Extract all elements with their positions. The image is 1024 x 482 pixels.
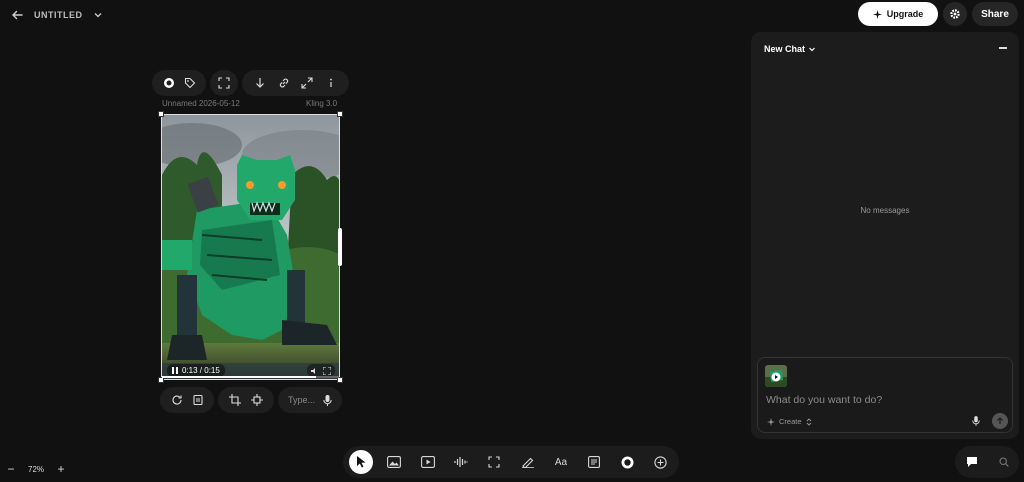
chevron-updown-icon (806, 417, 811, 426)
card-model: Kling 3.0 (306, 99, 338, 108)
image-icon (387, 456, 402, 468)
bottom-right-controls (955, 446, 1019, 478)
link-icon[interactable] (277, 76, 291, 90)
project-title[interactable]: UNTITLED (34, 10, 83, 20)
info-icon[interactable] (324, 76, 338, 90)
share-button[interactable]: Share (972, 2, 1018, 26)
record-tool[interactable] (616, 450, 640, 474)
back-arrow-icon[interactable] (10, 8, 24, 22)
card-bottom-group-1 (160, 387, 214, 413)
expand-icon[interactable] (300, 76, 314, 90)
extend-icon[interactable] (250, 393, 264, 407)
plus-circle-icon (654, 455, 668, 469)
video-preview[interactable] (161, 114, 340, 380)
chat-input-box[interactable]: What do you want to do? Create (757, 357, 1013, 433)
card-prompt-pill[interactable]: Type... (278, 387, 342, 413)
attached-video-thumbnail[interactable] (765, 365, 787, 387)
add-tool[interactable] (649, 450, 673, 474)
note-icon (588, 456, 601, 468)
frame-tool[interactable] (482, 450, 506, 474)
audio-tool[interactable] (449, 450, 473, 474)
video-time: 0:13 / 0:15 (182, 366, 220, 375)
card-toolbar-group-1 (152, 70, 206, 96)
upgrade-label: Upgrade (886, 9, 924, 19)
chat-microphone-icon[interactable] (972, 416, 980, 426)
settings-button[interactable] (943, 2, 967, 26)
record-icon[interactable] (162, 76, 176, 90)
resize-handle-top-right[interactable] (337, 111, 343, 117)
sparkle-icon (767, 417, 775, 426)
top-right-bar: Upgrade Share (858, 2, 1018, 26)
search-icon[interactable] (998, 457, 1009, 467)
chevron-down-icon[interactable] (93, 10, 103, 20)
chat-panel: New Chat No messages What do you want to… (751, 32, 1019, 439)
select-tool[interactable] (349, 450, 373, 474)
text-tool[interactable]: Aa (549, 450, 573, 474)
chat-title-dropdown[interactable]: New Chat (764, 44, 816, 54)
video-progress-fill (162, 376, 316, 378)
arrow-up-icon (997, 417, 1003, 424)
pen-icon (521, 457, 534, 468)
card-toolbar-group-3 (242, 70, 349, 96)
volume-icon[interactable] (311, 367, 319, 375)
zoom-in-button[interactable]: + (56, 462, 66, 476)
card-bottom-group-2 (218, 387, 274, 413)
video-icon (420, 456, 435, 468)
note-tool[interactable] (582, 450, 606, 474)
fullscreen-icon[interactable] (217, 76, 231, 90)
card-name: Unnamed 2026-05-12 (162, 99, 240, 108)
video-thumbnail-image (765, 365, 787, 387)
chat-bubble-icon[interactable] (966, 456, 978, 468)
image-tool[interactable] (382, 450, 406, 474)
gear-icon (950, 9, 960, 19)
top-left-bar: UNTITLED (10, 6, 103, 24)
zoom-controls: − 72% + (6, 462, 66, 476)
fullscreen-video-icon[interactable] (323, 366, 331, 375)
cursor-arrow-icon (356, 456, 365, 468)
regenerate-icon[interactable] (170, 393, 184, 407)
upgrade-button[interactable]: Upgrade (858, 2, 938, 26)
sparkle-icon (872, 9, 882, 19)
mode-selector[interactable]: Create (767, 417, 812, 426)
resize-handle-top-left[interactable] (158, 111, 164, 117)
resize-handle-right[interactable] (338, 228, 342, 266)
video-progress-bar[interactable] (162, 376, 339, 378)
card-prompt-input[interactable]: Type... (288, 395, 315, 405)
send-button[interactable] (992, 413, 1008, 429)
chat-input-placeholder[interactable]: What do you want to do? (766, 394, 882, 406)
draw-tool[interactable] (516, 450, 540, 474)
robot-dinosaur-image (162, 115, 339, 379)
pause-icon[interactable] (172, 367, 178, 374)
chat-title: New Chat (764, 44, 806, 54)
frame-icon (488, 456, 500, 468)
tag-icon[interactable] (183, 76, 197, 90)
mode-label: Create (779, 417, 802, 426)
bottom-toolbar: Aa (343, 446, 679, 478)
waveform-icon (454, 457, 468, 467)
video-tool[interactable] (416, 450, 440, 474)
minimize-chat-icon[interactable] (999, 47, 1007, 49)
microphone-icon[interactable] (323, 394, 332, 406)
download-icon[interactable] (253, 76, 267, 90)
zoom-level: 72% (28, 464, 45, 474)
card-toolbar-group-2 (210, 70, 238, 96)
crop-icon[interactable] (228, 393, 242, 407)
chat-empty-state: No messages (860, 206, 910, 215)
record-icon (621, 456, 634, 468)
chevron-down-icon (809, 47, 815, 52)
storyboard-icon[interactable] (191, 393, 205, 407)
zoom-out-button[interactable]: − (6, 462, 16, 476)
